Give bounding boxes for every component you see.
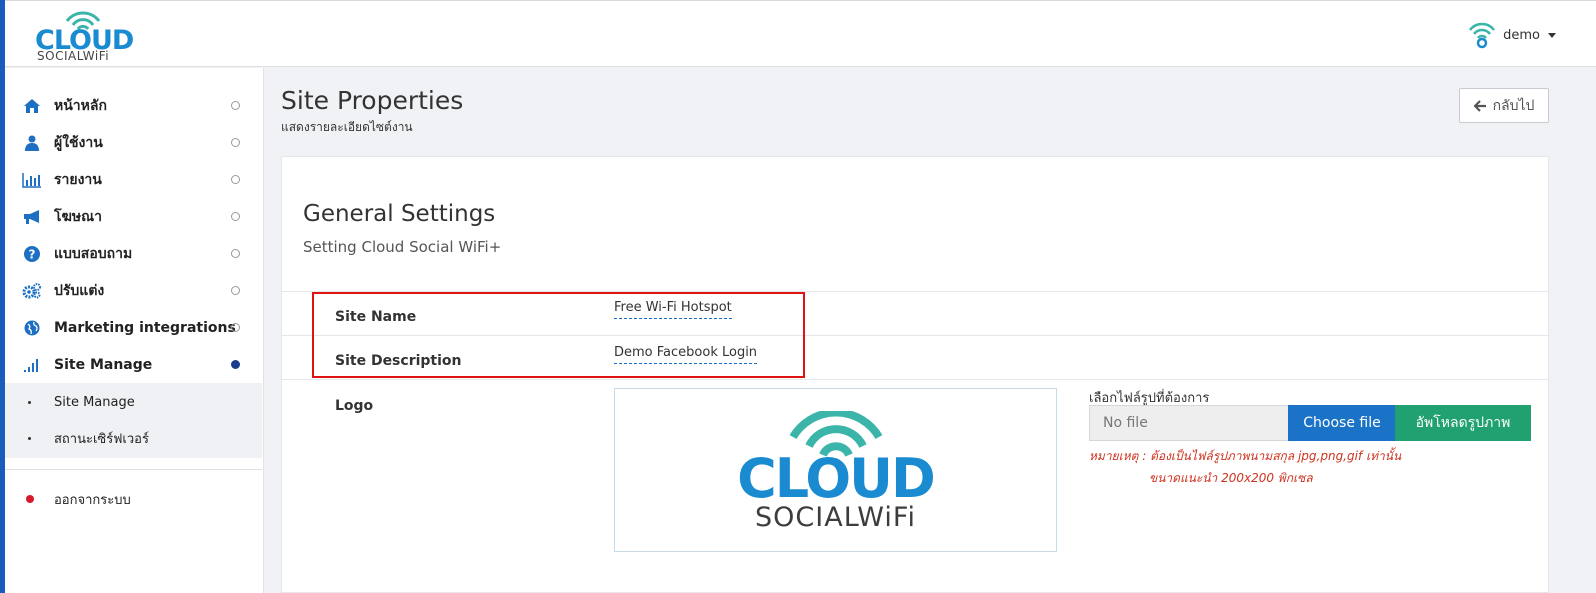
active-dot (231, 360, 240, 369)
bullet-icon (28, 400, 31, 404)
logout-label: ออกจากระบบ (54, 492, 131, 508)
sidebar-item-label: Marketing integrations (54, 319, 236, 336)
sidebar-item-label: ผู้ใช้งาน (54, 134, 103, 151)
logo-label: Logo (335, 398, 374, 414)
highlight-box (312, 292, 805, 378)
sidebar: หน้าหลัก ผู้ใช้งาน รายงาน โฆษณา ? แบบสอบ… (5, 68, 264, 593)
sidebar-item-label: โฆษณา (54, 208, 102, 225)
chevron-down-icon (1548, 32, 1556, 38)
submenu-item-server-status[interactable]: สถานะเซิร์ฟเวอร์ (5, 420, 262, 456)
choose-file-button[interactable]: Choose file (1288, 405, 1396, 441)
gears-icon (22, 282, 42, 300)
user-menu[interactable]: demo (1467, 19, 1556, 51)
status-dot (231, 323, 240, 332)
submenu-item-label: Site Manage (54, 394, 135, 410)
page-subtitle: แสดงรายละเอียดไซต์งาน (281, 120, 413, 134)
sidebar-item-reports[interactable]: รายงาน (5, 161, 264, 198)
bar-chart-icon (22, 171, 42, 189)
upload-image-button[interactable]: อัพโหลดรูปภาพ (1395, 405, 1531, 441)
sidebar-divider (5, 469, 262, 470)
sidebar-submenu: Site Manage สถานะเซิร์ฟเวอร์ (5, 383, 262, 458)
section-title: General Settings (303, 201, 496, 227)
status-dot (231, 101, 240, 110)
status-dot (231, 175, 240, 184)
sidebar-item-label: แบบสอบถาม (54, 245, 133, 262)
status-dot (231, 249, 240, 258)
upload-note: หมายเหตุ : ต้องเป็นไฟล์รูปภาพนามสกุล jpg… (1089, 449, 1402, 463)
home-icon (22, 97, 42, 115)
username-label: demo (1503, 27, 1540, 43)
submenu-item-label: สถานะเซิร์ฟเวอร์ (54, 431, 149, 447)
settings-card: General Settings Setting Cloud Social Wi… (281, 156, 1549, 593)
back-button[interactable]: กลับไป (1459, 88, 1549, 123)
logo-text-cloud: CLOUD (737, 447, 936, 510)
signal-icon (22, 356, 42, 374)
arrow-left-icon (1473, 99, 1486, 112)
section-subtitle: Setting Cloud Social WiFi+ (303, 238, 502, 256)
logo-text-social: SOCIALWiFi (755, 502, 916, 533)
brand-logo[interactable]: CLOUD SOCIALWiFi (35, 9, 155, 63)
megaphone-icon (22, 208, 42, 226)
logout-button[interactable]: ออกจากระบบ (5, 481, 262, 517)
question-icon: ? (22, 245, 42, 263)
bullet-icon (28, 436, 31, 440)
sidebar-item-home[interactable]: หน้าหลัก (5, 87, 264, 124)
sidebar-item-ads[interactable]: โฆษณา (5, 198, 264, 235)
back-button-label: กลับไป (1492, 97, 1535, 114)
sidebar-item-label: ปรับแต่ง (54, 282, 105, 299)
sidebar-item-label: Site Manage (54, 356, 153, 373)
globe-icon (22, 319, 42, 337)
user-wifi-avatar-icon (1469, 22, 1496, 49)
status-dot (231, 138, 240, 147)
divider (282, 379, 1548, 380)
status-dot (231, 286, 240, 295)
sidebar-item-site-manage[interactable]: Site Manage (5, 346, 264, 383)
sidebar-item-label: รายงาน (54, 171, 102, 188)
svg-text:?: ? (29, 247, 36, 261)
logo-preview: CLOUD SOCIALWiFi (614, 388, 1057, 552)
user-icon (22, 134, 42, 152)
sidebar-item-label: หน้าหลัก (54, 97, 107, 114)
logout-dot-icon (26, 495, 34, 503)
submenu-item-site-manage[interactable]: Site Manage (5, 384, 262, 420)
status-dot (231, 212, 240, 221)
page-title: Site Properties (281, 86, 464, 115)
brand-text-social: SOCIALWiFi (37, 49, 110, 63)
sidebar-item-customize[interactable]: ปรับแต่ง (5, 272, 264, 309)
file-input[interactable]: No file (1089, 405, 1289, 441)
top-header: CLOUD SOCIALWiFi demo (5, 0, 1596, 67)
upload-size-note: ขนาดแนะนำ 200x200 พิกเซล (1149, 471, 1313, 485)
sidebar-item-users[interactable]: ผู้ใช้งาน (5, 124, 264, 161)
sidebar-item-marketing[interactable]: Marketing integrations (5, 309, 264, 346)
sidebar-item-survey[interactable]: ? แบบสอบถาม (5, 235, 264, 272)
